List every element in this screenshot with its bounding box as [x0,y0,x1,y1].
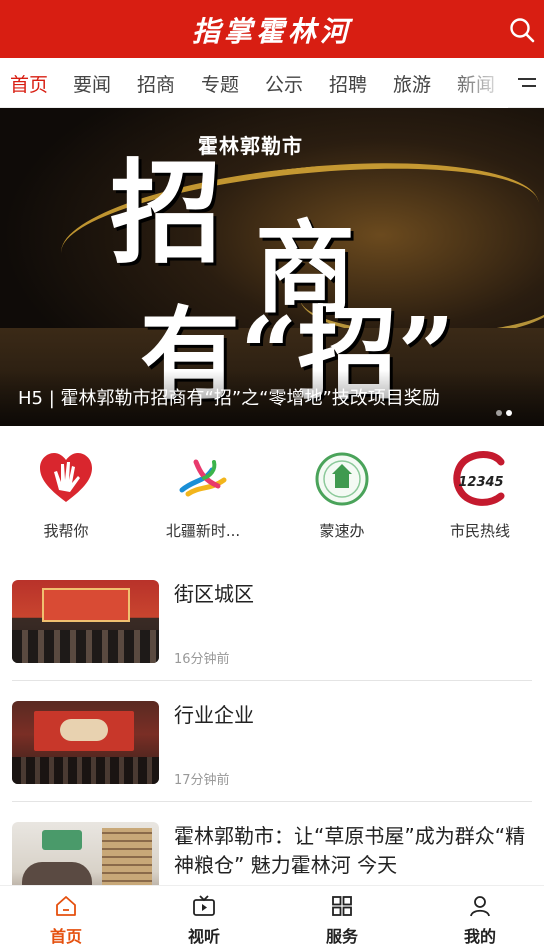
tab-special[interactable]: 专题 [201,70,239,97]
nav-service[interactable]: 服务 [302,894,382,947]
tab-jobs[interactable]: 招聘 [329,70,367,97]
news-title: 街区城区 [174,582,254,606]
news-time: 16分钟前 [174,652,230,667]
nav-video[interactable]: 视听 [164,894,244,947]
nav-label: 我的 [463,927,496,946]
nav-label: 服务 [325,927,358,946]
news-title: 霍林郭勒市：让“草原书屋”成为群众“精神粮仓” 魅力霍林河 今天 [174,824,526,877]
nav-home[interactable]: 首页 [26,894,106,947]
quick-label: 蒙速办 [319,522,365,540]
app-header: 指掌霍林河 [0,0,544,58]
tab-news-key[interactable]: 要闻 [73,70,111,97]
nav-label: 首页 [49,927,82,946]
nav-label: 视听 [187,927,220,946]
search-icon[interactable] [508,16,536,44]
quick-entries: 我帮你 北疆新时... 蒙速办 12345 市民热线 [0,426,544,546]
video-icon [193,895,215,916]
quick-label: 我帮你 [43,522,89,540]
news-thumbnail [12,580,159,663]
pager-dot-active [506,410,512,416]
quick-item-mengsuban[interactable]: 蒙速办 [287,450,397,541]
hotline-12345-icon: 12345 [453,451,505,506]
mengsuban-logo-icon [315,452,369,506]
quick-label: 市民热线 [449,522,510,540]
news-thumbnail [12,701,159,784]
quick-label: 北疆新时... [165,522,241,540]
hotline-number: 12345 [458,475,503,490]
home-icon [56,896,76,916]
tabs-fade [448,58,508,108]
quick-item-beijiang[interactable]: 北疆新时... [148,450,258,541]
news-title: 行业企业 [174,703,254,727]
nav-mine[interactable]: 我的 [440,894,520,947]
beijiang-logo-icon [179,459,227,497]
divider [12,801,532,802]
hands-heart-icon [40,453,92,502]
bottom-nav: 首页 视听 服务 我的 [0,885,544,949]
tab-home[interactable]: 首页 [10,70,48,97]
news-time: 17分钟前 [174,773,230,788]
hero-banner[interactable]: 霍林郭勒市 招 商 有“招” H5 | 霍林郭勒市招商有“招”之“零增地”技改项… [0,108,544,426]
quick-item-help[interactable]: 我帮你 [11,450,121,541]
channel-tabs: 首页 要闻 招商 专题 公示 招聘 旅游 新闻 [0,58,544,108]
quick-item-hotline[interactable]: 12345 市民热线 [425,450,535,541]
banner-pager [492,401,522,416]
app-title: 指掌霍林河 [191,15,352,48]
grid-icon [332,896,352,916]
pager-dot [496,410,502,416]
divider [12,680,532,681]
user-icon [470,896,490,917]
banner-big-text-1: 招 [110,148,222,279]
tab-travel[interactable]: 旅游 [393,70,431,97]
banner-caption[interactable]: H5 | 霍林郭勒市招商有“招”之“零增地”技改项目奖励 [18,384,440,410]
tab-notice[interactable]: 公示 [265,70,303,97]
tab-investment[interactable]: 招商 [137,70,175,97]
more-channels-icon[interactable] [514,74,538,92]
